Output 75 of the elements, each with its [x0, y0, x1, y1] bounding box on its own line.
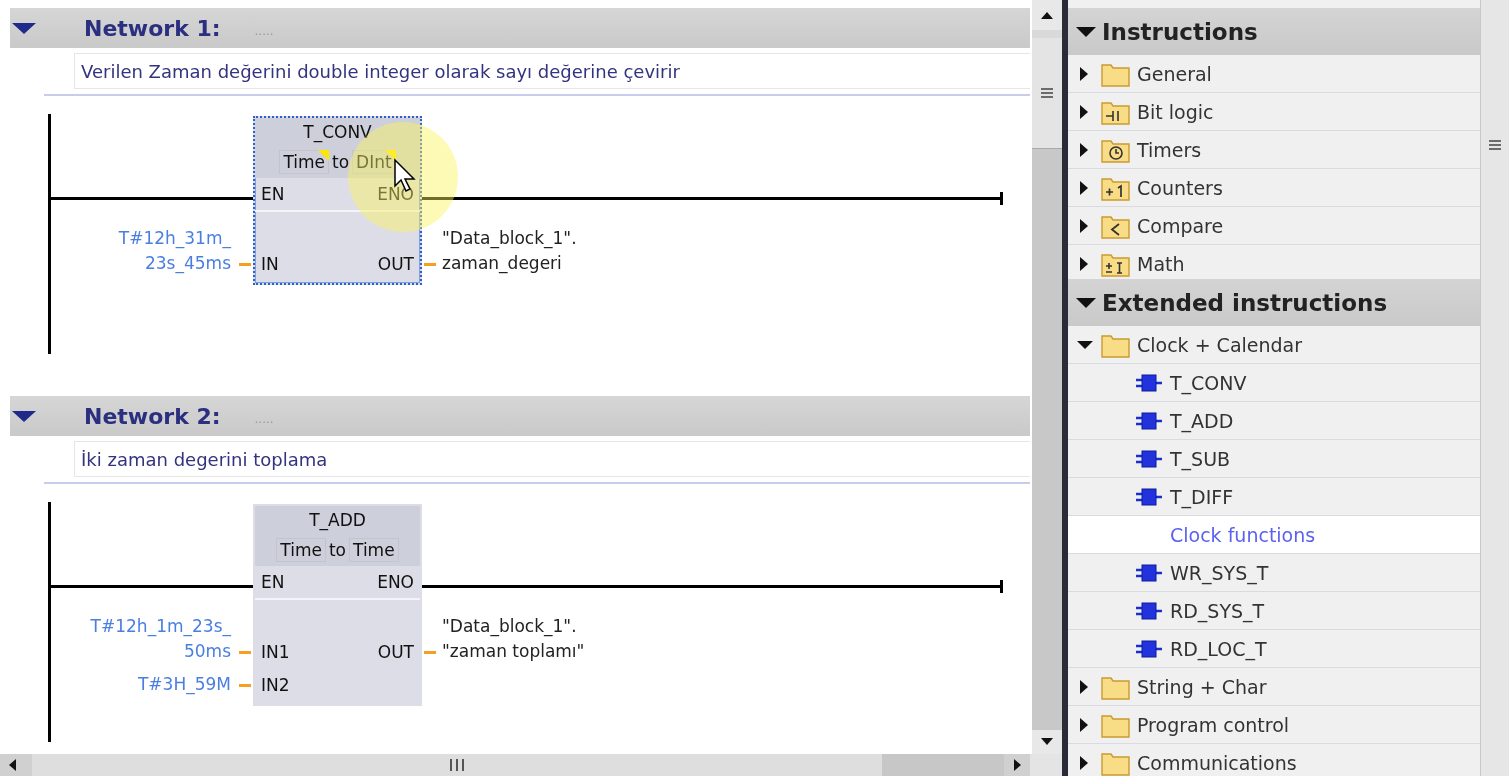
section-header[interactable]: Extended instructions	[1068, 279, 1480, 326]
network-title: Network 1:	[84, 15, 221, 41]
collapse-caret-icon[interactable]	[1076, 297, 1096, 308]
tree-item-label: Clock + Calendar	[1137, 333, 1303, 356]
operand-label[interactable]: "Data_block_1". zaman_degeri	[442, 226, 577, 276]
comment-field[interactable]: İki zaman degerini toplama	[74, 441, 1030, 477]
pin-label: EN	[261, 184, 285, 204]
collapse-caret-icon[interactable]	[12, 410, 36, 422]
tree-item-label: T_SUB	[1170, 447, 1231, 470]
grip-icon[interactable]	[1488, 138, 1502, 152]
expand-arrow-icon[interactable]	[1080, 104, 1088, 119]
comment-field[interactable]: Verilen Zaman değerini double integer olarak sayı değerine çevirir	[74, 53, 1030, 89]
type-connector-label: to	[332, 152, 350, 172]
tree-item-label: T_ADD	[1170, 409, 1234, 432]
tree-item-label: Compare	[1137, 214, 1224, 237]
tree-item-label: RD_SYS_T	[1170, 599, 1265, 622]
connection-stub	[424, 651, 436, 654]
expand-arrow-icon[interactable]	[1080, 218, 1088, 233]
horizontal-scrollbar[interactable]	[0, 754, 1030, 776]
section-title: Instructions	[1102, 18, 1258, 45]
tree-item-label: String + Char	[1137, 675, 1267, 698]
tree-item-label: Bit logic	[1137, 100, 1214, 123]
pin-label: IN2	[261, 674, 290, 695]
tree-item-label: Communications	[1137, 751, 1297, 774]
expand-arrow-icon[interactable]	[1080, 142, 1088, 157]
connection-stub	[424, 263, 436, 266]
expand-arrow-icon[interactable]	[1080, 679, 1088, 694]
expand-arrow-icon[interactable]	[1080, 717, 1088, 732]
tree-item-label: T_CONV	[1170, 371, 1247, 394]
tree-item-label: Timers	[1137, 138, 1202, 161]
type-selector[interactable]: Time	[279, 150, 329, 174]
connection-stub	[239, 651, 251, 654]
collapse-caret-icon[interactable]	[12, 22, 36, 34]
tree-item-label: Program control	[1137, 713, 1290, 736]
tree-item-label: General	[1137, 62, 1212, 85]
expand-arrow-icon[interactable]	[1080, 66, 1088, 81]
pin-label: IN	[261, 253, 279, 274]
tree-item-label: Counters	[1137, 176, 1223, 199]
pin-label: OUT	[377, 641, 414, 662]
collapse-caret-icon[interactable]	[1076, 26, 1096, 37]
expand-arrow-icon[interactable]	[1080, 256, 1088, 271]
pin-label: OUT	[377, 253, 414, 274]
section-title: Extended instructions	[1102, 289, 1388, 316]
block-name: T_CONV	[255, 118, 420, 146]
tree-item-label: T_DIFF	[1170, 485, 1234, 508]
tree-item-label: WR_SYS_T	[1170, 561, 1269, 584]
operand-label[interactable]: "Data_block_1". "zaman toplamı"	[442, 614, 585, 664]
scroll-down-icon[interactable]	[1032, 730, 1062, 754]
scroll-up-icon[interactable]	[1032, 0, 1062, 30]
type-connector-label: to	[328, 540, 347, 560]
type-selector[interactable]: Time	[349, 538, 399, 562]
pin-label: ENO	[377, 572, 414, 592]
scrollbar-corner	[1030, 754, 1062, 776]
scrollbar-thumb[interactable]	[1032, 38, 1062, 149]
operand-label[interactable]: T#12h_1m_23s_ 50ms	[90, 614, 231, 664]
grip-icon	[447, 758, 467, 772]
grip-icon	[1040, 86, 1054, 100]
tree-item-label: Clock functions	[1170, 523, 1316, 546]
expand-arrow-icon[interactable]	[1080, 180, 1088, 195]
vertical-scrollbar[interactable]	[1032, 0, 1062, 754]
pin-label: IN1	[261, 641, 290, 662]
expand-arrow-icon[interactable]	[1080, 755, 1088, 770]
pin-label: EN	[261, 572, 285, 592]
tree-item-label: RD_LOC_T	[1170, 637, 1267, 660]
scrollbar-thumb[interactable]	[32, 754, 882, 776]
network-title: Network 2:	[84, 403, 221, 429]
connection-stub	[239, 263, 251, 266]
operand-label[interactable]: T#12h_31m_ 23s_45ms	[118, 226, 231, 276]
operand-label[interactable]: T#3H_59M	[137, 672, 231, 697]
block-name: T_ADD	[255, 506, 420, 534]
type-selector[interactable]: Time	[276, 538, 326, 562]
connection-stub	[239, 684, 251, 687]
tree-item-label: Math	[1137, 252, 1185, 275]
expand-arrow-icon[interactable]	[1077, 340, 1093, 349]
section-header[interactable]: Instructions	[1068, 8, 1480, 55]
